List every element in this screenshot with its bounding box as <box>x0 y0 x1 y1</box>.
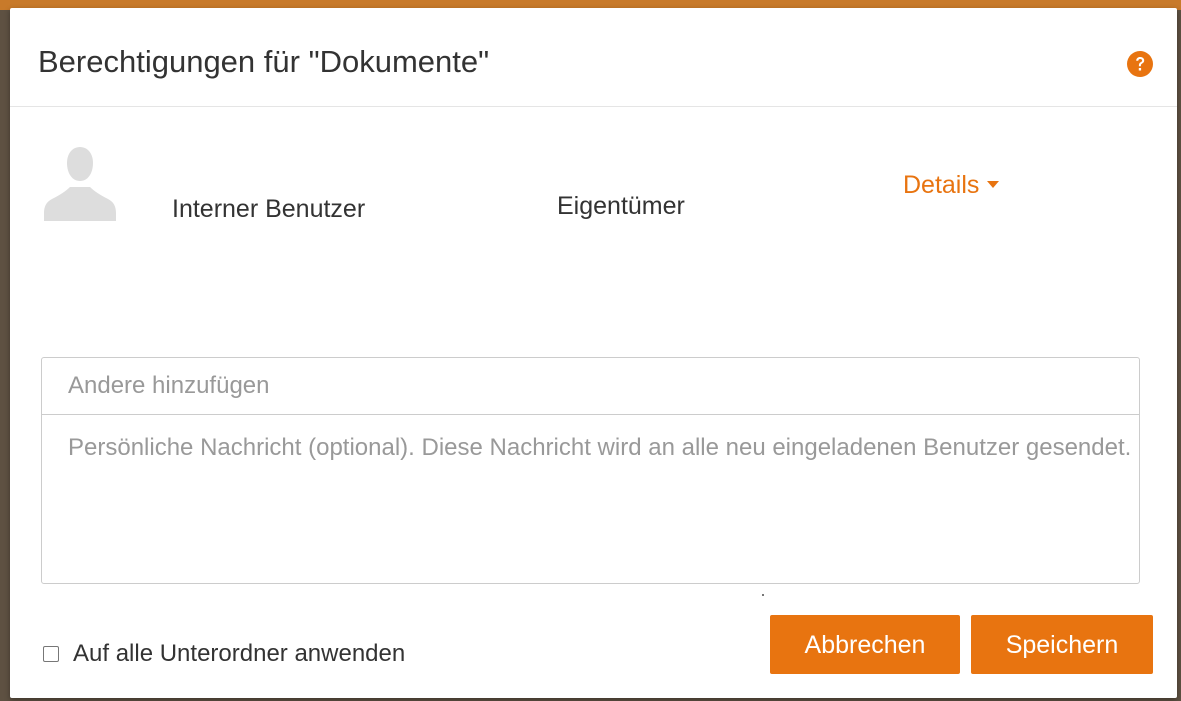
personal-message-textarea[interactable] <box>42 416 1139 582</box>
details-dropdown[interactable]: Details <box>903 171 1000 200</box>
question-circle-icon[interactable] <box>1126 50 1154 78</box>
user-silhouette-icon <box>44 147 116 221</box>
save-button[interactable]: Speichern <box>971 615 1153 674</box>
add-others-input[interactable] <box>42 358 1139 415</box>
stray-dot <box>762 594 764 596</box>
details-label: Details <box>903 171 980 199</box>
apply-subfolders-option[interactable]: Auf alle Unterordner anwenden <box>43 638 405 670</box>
permission-row: Interner Benutzer Eigentümer Details <box>10 133 1177 243</box>
user-name: Interner Benutzer <box>172 195 366 223</box>
dialog-title: Berechtigungen für "Dokumente" <box>38 44 490 79</box>
share-form <box>41 357 1140 584</box>
permissions-dialog: Berechtigungen für "Dokumente" Interner … <box>10 8 1177 698</box>
apply-subfolders-checkbox[interactable] <box>43 646 59 662</box>
user-role: Eigentümer <box>557 192 685 220</box>
apply-subfolders-label[interactable]: Auf alle Unterordner anwenden <box>73 640 405 668</box>
cancel-button[interactable]: Abbrechen <box>770 615 960 674</box>
caret-down-icon <box>987 180 1000 188</box>
dialog-header: Berechtigungen für "Dokumente" <box>10 8 1177 107</box>
